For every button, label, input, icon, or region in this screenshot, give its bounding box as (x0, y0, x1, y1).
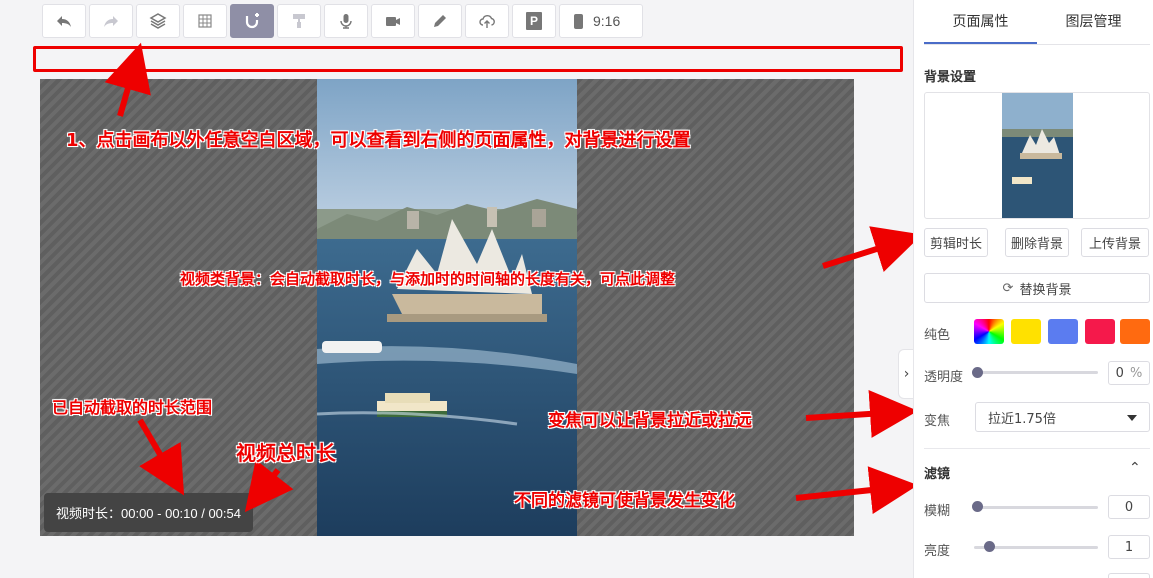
blur-input[interactable]: 0 (1108, 495, 1150, 519)
duration-label: 视频时长：00:00 - 00:10 / 00:54 (56, 506, 241, 521)
delete-background-button[interactable]: 删除背景 (1005, 228, 1069, 257)
swatch-blue[interactable] (1048, 319, 1078, 344)
video-camera-icon (386, 17, 400, 26)
opacity-label: 透明度 (924, 370, 964, 385)
replace-background-label: 替换背景 (1019, 282, 1072, 298)
upload-background-button[interactable]: 上传背景 (1081, 228, 1149, 257)
annotation-total-duration: 视频总时长 (236, 441, 336, 465)
opacity-input[interactable]: 0 % (1108, 361, 1150, 385)
undo-button[interactable] (42, 4, 86, 38)
toolbar: P 9:16 (42, 4, 643, 38)
blank-area-highlight (33, 46, 903, 72)
swatch-red[interactable] (1085, 319, 1115, 344)
parking-p-button[interactable]: P (512, 4, 556, 38)
annotation-video-bg: 视频类背景：会自动截取时长，与添加时的时间轴的长度有关，可点此调整 (180, 270, 676, 288)
blur-slider[interactable] (974, 506, 1098, 509)
opacity-unit: % (1129, 365, 1143, 381)
magnet-snap-button[interactable] (230, 4, 274, 38)
editor-window: P 9:16 视频时长：00:00 - 00:10 / 00:54 1、点击画布… (0, 0, 1153, 578)
duration-badge: 视频时长：00:00 - 00:10 / 00:54 (44, 493, 253, 532)
panel-tabs: 页面属性 图层管理 (924, 0, 1150, 45)
format-painter-button[interactable] (277, 4, 321, 38)
record-audio-button[interactable] (324, 4, 368, 38)
annotation-filters: 不同的滤镜可使背景发生变化 (514, 491, 735, 511)
background-settings-title: 背景设置 (924, 70, 977, 85)
background-preview[interactable] (924, 92, 1150, 219)
annotation-clipped-range: 已自动截取的时长范围 (52, 398, 213, 417)
parking-p-icon: P (526, 12, 542, 30)
brightness-value: 1 (1124, 539, 1134, 555)
swatch-yellow[interactable] (1011, 319, 1041, 344)
clip-duration-button[interactable]: 剪辑时长 (924, 228, 988, 257)
next-input-partial (1108, 573, 1150, 578)
zoom-label: 变焦 (924, 414, 951, 429)
cloud-upload-icon (479, 15, 495, 28)
replace-background-button[interactable]: ⟳ 替换背景 (924, 273, 1150, 303)
cloud-upload-button[interactable] (465, 4, 509, 38)
annotation-zoom: 变焦可以让背景拉近或拉远 (548, 411, 752, 431)
chevron-up-icon[interactable]: ⌃ (1129, 460, 1141, 476)
phone-portrait-icon (574, 13, 583, 29)
redo-icon (104, 16, 118, 27)
draw-button[interactable] (418, 4, 462, 38)
tab-page-properties[interactable]: 页面属性 (924, 0, 1037, 44)
zoom-select[interactable]: 拉近1.75倍 (975, 402, 1150, 432)
brightness-slider-knob[interactable] (984, 541, 995, 552)
blur-label: 模糊 (924, 504, 951, 519)
aspect-ratio-label: 9:16 (593, 13, 621, 29)
color-picker-swatch[interactable] (974, 319, 1004, 344)
swatch-orange[interactable] (1120, 319, 1150, 344)
grid-icon (198, 14, 212, 28)
layers-button[interactable] (136, 4, 180, 38)
replace-icon: ⟳ (1002, 280, 1014, 296)
record-video-button[interactable] (371, 4, 415, 38)
magnet-icon (245, 13, 259, 29)
opacity-slider[interactable] (974, 371, 1098, 374)
annotation-step1: 1、点击画布以外任意空白区域，可以查看到右侧的页面属性，对背景进行设置 (66, 130, 691, 151)
background-thumbnail (1002, 93, 1073, 218)
blur-value: 0 (1124, 499, 1134, 515)
section-divider (924, 448, 1150, 449)
brightness-label: 亮度 (924, 544, 951, 559)
pen-icon (434, 15, 446, 27)
filters-title: 滤镜 (924, 467, 951, 482)
chevron-right-icon: › (903, 366, 910, 382)
microphone-icon (340, 14, 352, 29)
redo-button[interactable] (89, 4, 133, 38)
properties-panel: 页面属性 图层管理 背景设置 剪辑时长 删除背景 上传背景 ⟳ 替换背景 纯色 … (913, 0, 1153, 578)
zoom-value: 拉近1.75倍 (988, 411, 1056, 427)
undo-icon (57, 16, 71, 27)
brightness-input[interactable]: 1 (1108, 535, 1150, 559)
caret-down-icon (1127, 415, 1137, 421)
layers-icon (149, 13, 167, 29)
opacity-value: 0 (1115, 365, 1124, 381)
format-painter-icon (293, 14, 305, 28)
blur-slider-knob[interactable] (972, 501, 983, 512)
opacity-slider-knob[interactable] (972, 367, 983, 378)
panel-collapse-handle[interactable]: › (898, 349, 914, 399)
solid-color-label: 纯色 (924, 328, 951, 343)
aspect-ratio-button[interactable]: 9:16 (559, 4, 643, 38)
grid-button[interactable] (183, 4, 227, 38)
tab-layer-management[interactable]: 图层管理 (1037, 0, 1150, 44)
